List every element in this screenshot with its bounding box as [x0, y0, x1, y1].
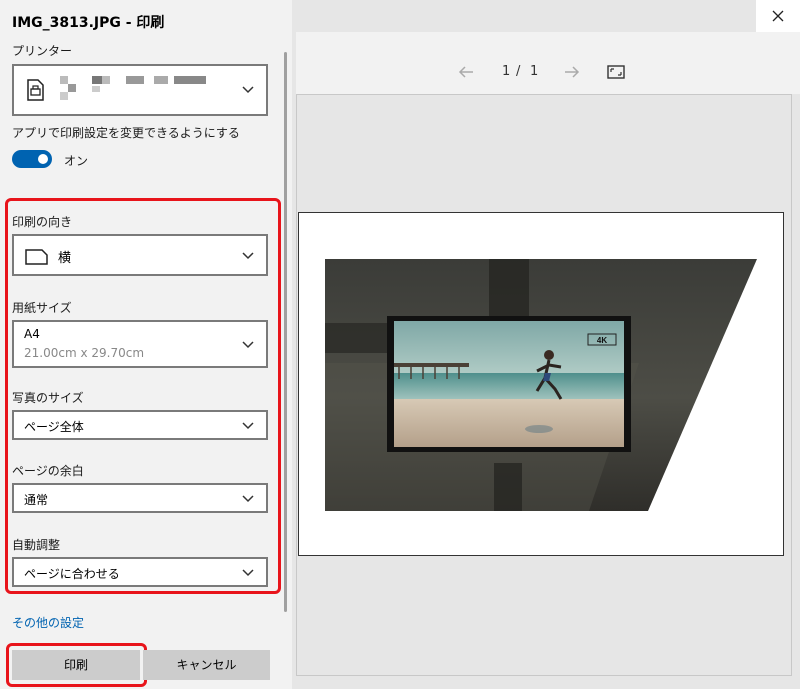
print-button[interactable]: 印刷: [12, 650, 140, 680]
margins-label: ページの余白: [12, 464, 84, 478]
landscape-page-icon: [25, 249, 48, 265]
paper-size-dimensions: 21.00cm x 29.70cm: [24, 346, 145, 360]
preview-page: 4K: [298, 212, 784, 556]
printer-label: プリンター: [12, 44, 73, 58]
preview-top-area: [296, 32, 800, 94]
chevron-down-icon: [242, 569, 254, 577]
toggle-state-label: オン: [64, 154, 89, 168]
orientation-dropdown[interactable]: 横: [12, 234, 268, 276]
paper-size-label: 用紙サイズ: [12, 301, 72, 315]
margins-value: 通常: [24, 493, 49, 507]
chevron-down-icon: [242, 252, 254, 260]
close-button[interactable]: [756, 0, 800, 32]
fit-label: 自動調整: [12, 538, 61, 552]
page-total: 1: [530, 64, 539, 79]
app-settings-toggle[interactable]: [12, 150, 52, 168]
page-current: 1: [502, 64, 511, 79]
page-separator: /: [516, 64, 521, 79]
next-page-icon[interactable]: [562, 63, 582, 81]
print-preview-image: 4K: [325, 259, 757, 511]
orientation-label: 印刷の向き: [12, 215, 73, 229]
chevron-down-icon: [242, 422, 254, 430]
chevron-down-icon: [242, 495, 254, 503]
printer-dropdown[interactable]: [12, 64, 268, 116]
photo-size-label: 写真のサイズ: [12, 391, 84, 405]
settings-scrollbar[interactable]: [284, 52, 287, 612]
photo-size-dropdown[interactable]: ページ全体: [12, 410, 268, 440]
chevron-down-icon: [242, 86, 254, 94]
fit-value: ページに合わせる: [24, 567, 120, 581]
paper-size-value: A4: [24, 327, 40, 341]
fit-to-window-icon[interactable]: [606, 64, 626, 80]
fit-dropdown[interactable]: ページに合わせる: [12, 557, 268, 587]
app-settings-label: アプリで印刷設定を変更できるようにする: [12, 126, 240, 140]
window-title: IMG_3813.JPG - 印刷: [12, 15, 165, 31]
chevron-down-icon: [242, 341, 254, 349]
orientation-value: 横: [58, 251, 72, 266]
close-icon: [772, 10, 784, 22]
margins-dropdown[interactable]: 通常: [12, 483, 268, 513]
cancel-button[interactable]: キャンセル: [143, 650, 270, 680]
printer-icon: [27, 79, 44, 101]
prev-page-icon[interactable]: [456, 63, 476, 81]
more-settings-link[interactable]: その他の設定: [12, 614, 84, 631]
print-settings-panel: IMG_3813.JPG - 印刷 プリンター アプリで印刷設定を変更できるよう…: [0, 0, 293, 689]
photo-size-value: ページ全体: [24, 420, 84, 434]
4k-badge: 4K: [597, 336, 607, 345]
paper-size-dropdown[interactable]: A4 21.00cm x 29.70cm: [12, 320, 268, 368]
